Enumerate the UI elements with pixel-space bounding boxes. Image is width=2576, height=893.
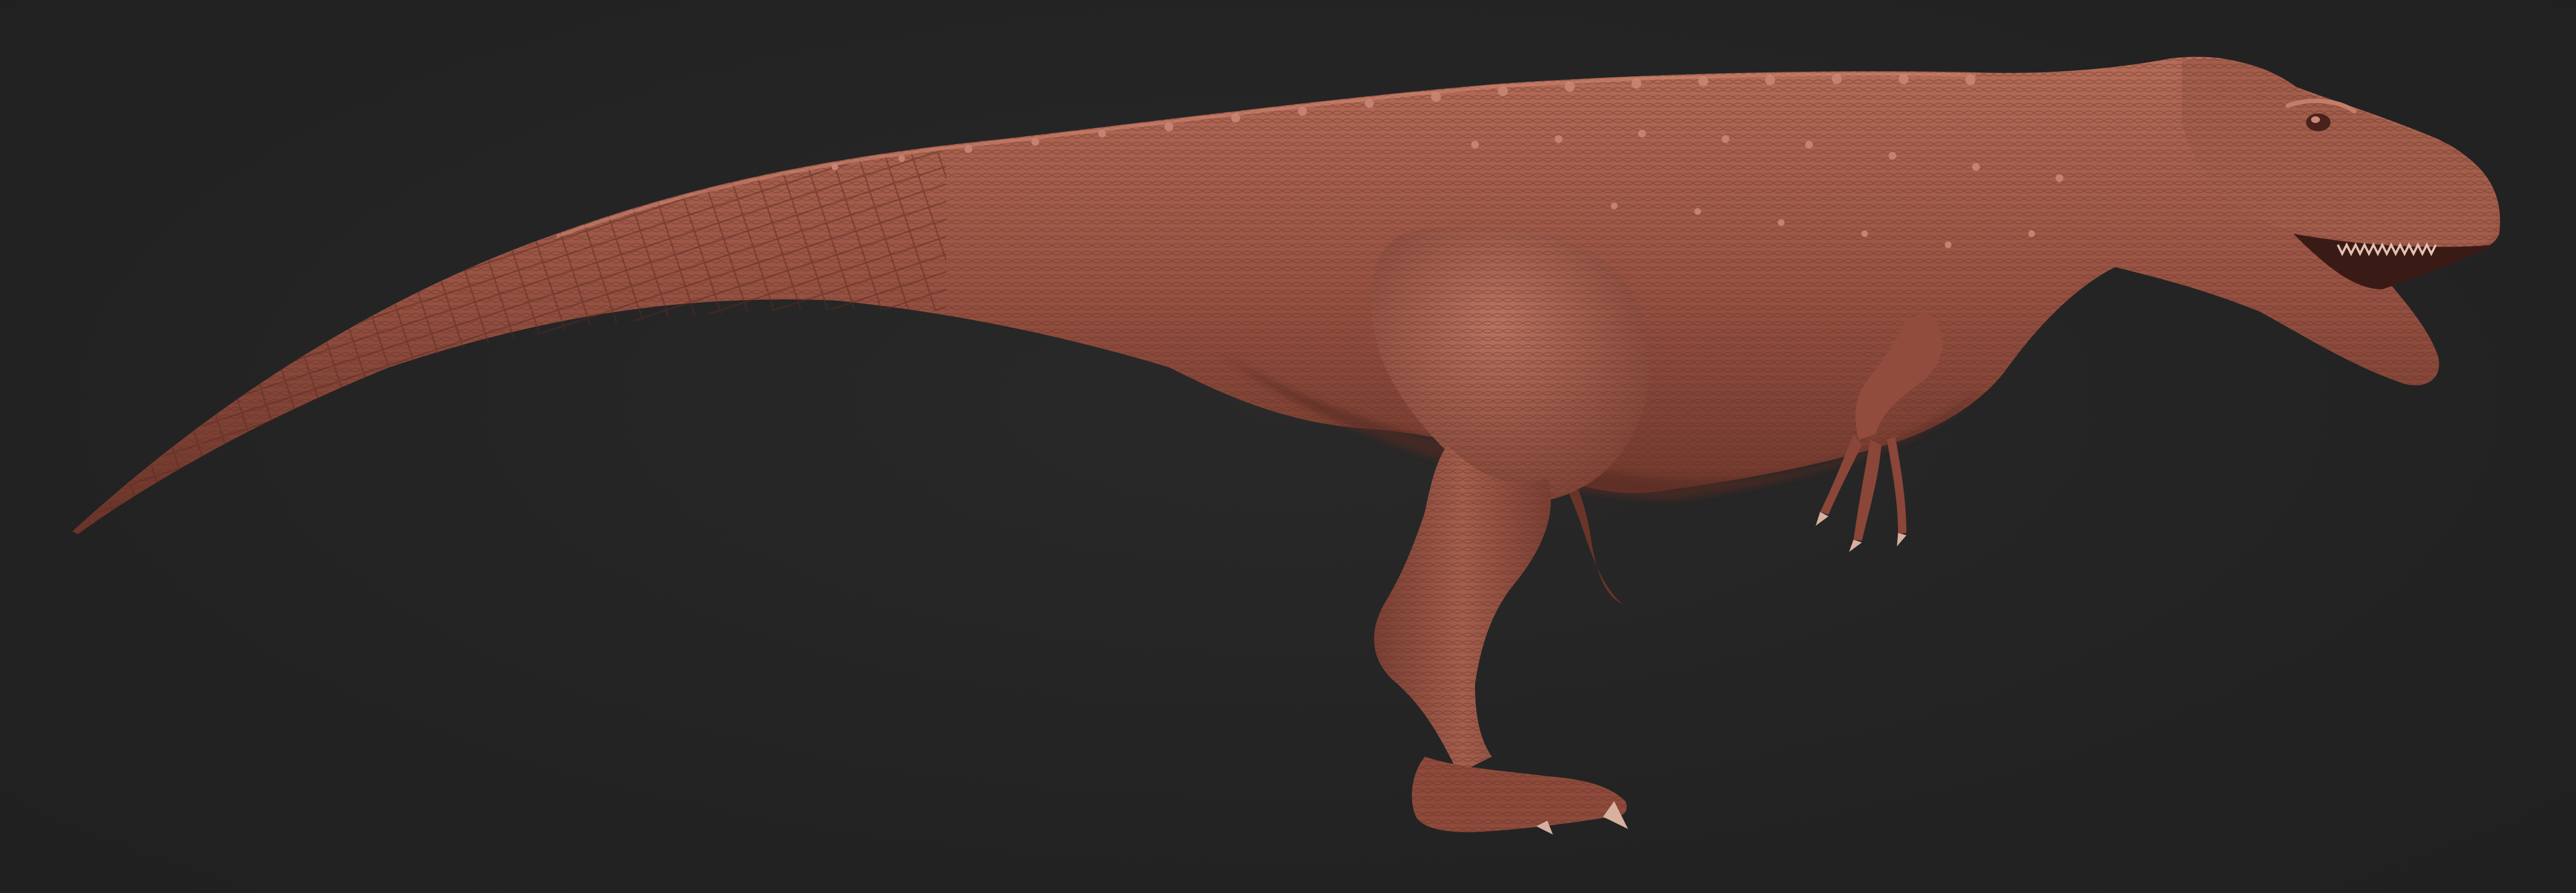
viewport-canvas	[0, 0, 2576, 893]
tail-scales	[78, 150, 946, 534]
near-leg	[1374, 445, 1551, 773]
dinosaur-sculpt-render	[72, 57, 2500, 835]
near-foot	[1412, 757, 1628, 835]
eye-icon	[2306, 114, 2331, 131]
near-thigh	[1371, 225, 1650, 502]
